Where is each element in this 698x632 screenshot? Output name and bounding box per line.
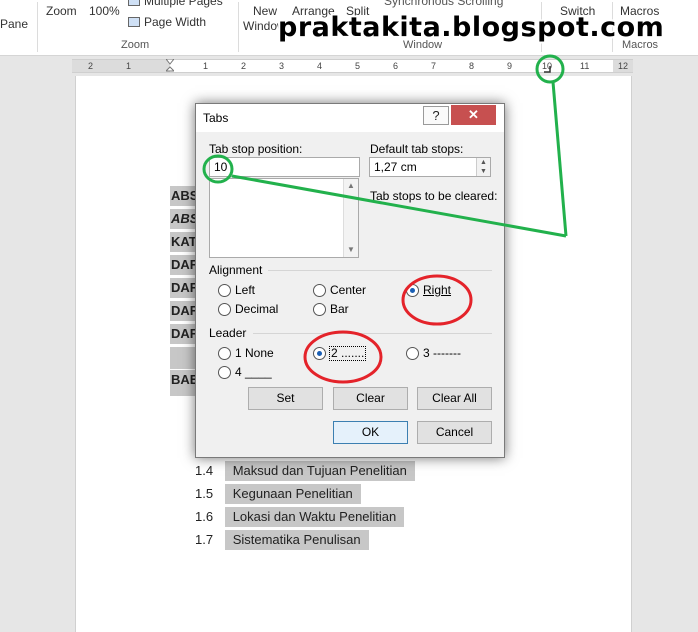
toc-line-fragment: DAF (170, 255, 198, 275)
ruler-number: 3 (279, 61, 285, 71)
synchronous-scrolling-button[interactable]: Synchronous Scrolling (384, 0, 503, 8)
clear-all-button[interactable]: Clear All (417, 387, 492, 410)
toc-line-fragment: DAF (170, 278, 198, 298)
toc-item-number: 1.5 (195, 486, 214, 501)
alignment-bar-label[interactable]: Bar (330, 302, 349, 316)
leader-underline-label[interactable]: 4 ____ (235, 365, 272, 379)
tab-stops-to-clear-label: Tab stops to be cleared: (370, 189, 498, 203)
toc-item: 1.6 Lokasi dan Waktu Penelitian (195, 507, 405, 527)
toc-line-fragment: KAT (170, 232, 198, 252)
alignment-decimal-label[interactable]: Decimal (235, 302, 278, 316)
horizontal-ruler[interactable]: 2 1 1 2 3 4 5 6 7 8 9 10 11 12 (72, 59, 633, 73)
ok-button[interactable]: OK (333, 421, 408, 444)
scroll-up-icon[interactable]: ▲ (344, 179, 358, 193)
clear-button[interactable]: Clear (333, 387, 408, 410)
leader-dots-label[interactable]: 2 ....... (329, 346, 367, 361)
ruler-number: 9 (507, 61, 513, 71)
ruler-number: 2 (241, 61, 247, 71)
help-button[interactable]: ? (423, 106, 449, 125)
zoom-100-button[interactable]: 100% (89, 4, 120, 18)
indent-marker-icon[interactable] (166, 59, 174, 73)
dialog-title: Tabs (203, 111, 229, 125)
ruler-number: 2 (88, 61, 94, 71)
toc-line-fragment: BAE (170, 370, 198, 396)
toc-line-fragment: DAF (170, 301, 198, 321)
listbox-scrollbar[interactable]: ▲ ▼ (343, 179, 358, 257)
toc-item-text: Lokasi dan Waktu Penelitian (224, 507, 405, 527)
page-width-icon (128, 17, 140, 27)
ruler-number: 1 (203, 61, 209, 71)
spin-down-icon[interactable]: ▼ (477, 167, 490, 176)
alignment-center-label[interactable]: Center (330, 283, 366, 297)
toc-item: 1.7 Sistematika Penulisan (195, 530, 369, 550)
alignment-left-radio[interactable] (218, 284, 231, 297)
alignment-group-label: Alignment (209, 263, 263, 277)
spin-up-icon[interactable]: ▲ (477, 158, 490, 167)
leader-none-radio[interactable] (218, 347, 231, 360)
watermark: praktakita.blogspot.com (278, 12, 665, 43)
zoom-group-label: Zoom (121, 39, 150, 51)
tab-stop-position-input[interactable]: 10 (209, 157, 360, 177)
leader-underline-radio[interactable] (218, 366, 231, 379)
group-divider (268, 270, 492, 271)
ruler-number: 11 (580, 61, 590, 71)
toc-line-fragment: ABS (170, 186, 198, 206)
toc-line-fragment (170, 347, 198, 369)
zoom-button[interactable]: Zoom (46, 4, 77, 18)
ruler-number: 1 (126, 61, 132, 71)
leader-group-label: Leader (209, 326, 247, 340)
dialog-titlebar[interactable]: Tabs ? ✕ (196, 104, 504, 132)
multiple-pages-button[interactable]: Multiple Pages (128, 0, 223, 8)
default-tab-stops-value: 1,27 cm (374, 160, 417, 174)
set-button[interactable]: Set (248, 387, 323, 410)
cancel-button[interactable]: Cancel (417, 421, 492, 444)
close-button[interactable]: ✕ (451, 105, 496, 125)
ruler-number: 7 (431, 61, 437, 71)
ribbon-separator (37, 2, 38, 52)
ribbon-separator (238, 2, 239, 52)
group-divider (253, 333, 492, 334)
leader-dashes-label[interactable]: 3 ------- (423, 346, 461, 360)
pane-label[interactable]: Pane (0, 17, 28, 31)
ruler-number: 4 (317, 61, 323, 71)
ruler-number: 6 (393, 61, 399, 71)
toc-item-text: Maksud dan Tujuan Penelitian (224, 461, 415, 481)
ruler-number: 12 (618, 61, 629, 71)
ruler-number: 5 (355, 61, 361, 71)
toc-item-number: 1.6 (195, 509, 214, 524)
ruler-number: 8 (469, 61, 475, 71)
page-width-button[interactable]: Page Width (128, 15, 206, 29)
spinner[interactable]: ▲ ▼ (476, 158, 490, 176)
ruler-left-margin (72, 60, 170, 72)
alignment-left-label[interactable]: Left (235, 283, 255, 297)
alignment-center-radio[interactable] (313, 284, 326, 297)
toc-line-fragment: ABS (170, 209, 198, 229)
leader-dashes-radio[interactable] (406, 347, 419, 360)
scroll-down-icon[interactable]: ▼ (344, 243, 358, 257)
toc-line-fragment: DAF (170, 324, 198, 344)
ribbon: Pane Zoom 100% Multiple Pages Page Width… (0, 0, 698, 56)
tab-stop-position-label: Tab stop position: (209, 142, 303, 156)
toc-item-number: 1.7 (195, 532, 214, 547)
alignment-right-radio[interactable] (406, 284, 419, 297)
new-window-button[interactable]: New (253, 4, 277, 18)
alignment-bar-radio[interactable] (313, 303, 326, 316)
toc-item-number: 1.4 (195, 463, 214, 478)
toc-item: 1.4 Maksud dan Tujuan Penelitian (195, 461, 415, 481)
right-tab-stop-icon[interactable] (543, 66, 551, 73)
multiple-pages-icon (128, 0, 140, 6)
default-tab-stops-label: Default tab stops: (370, 142, 464, 156)
leader-dots-radio[interactable] (313, 347, 326, 360)
alignment-decimal-radio[interactable] (218, 303, 231, 316)
default-tab-stops-input[interactable]: 1,27 cm ▲ ▼ (369, 157, 491, 177)
leader-none-label[interactable]: 1 None (235, 346, 274, 360)
toc-item-text: Sistematika Penulisan (224, 530, 369, 550)
tabs-dialog: Tabs ? ✕ Tab stop position: 10 Default t… (195, 103, 505, 458)
alignment-right-label[interactable]: Right (423, 283, 451, 297)
tab-stops-listbox[interactable]: ▲ ▼ (209, 178, 359, 258)
toc-item: 1.5 Kegunaan Penelitian (195, 484, 361, 504)
toc-item-text: Kegunaan Penelitian (224, 484, 361, 504)
